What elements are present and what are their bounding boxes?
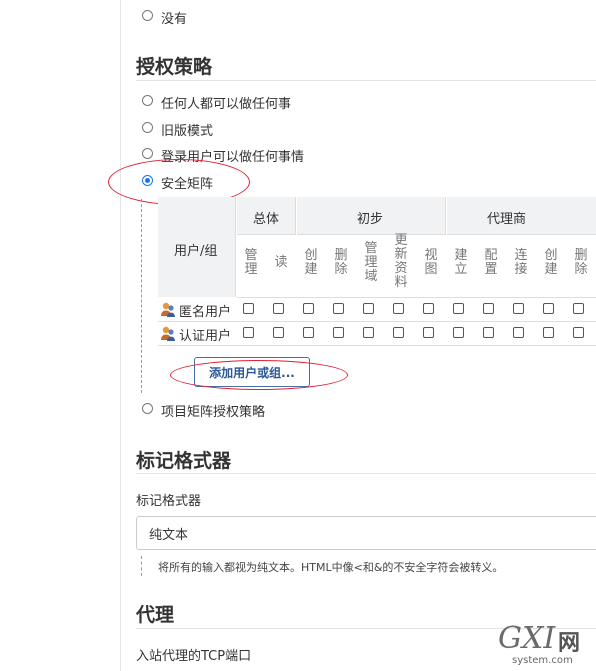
- checkbox-anon-update-profile[interactable]: [393, 303, 404, 314]
- markup-formatter-label: 标记格式器: [136, 494, 202, 509]
- checkbox-anon-agent-build[interactable]: [453, 303, 464, 314]
- row-user-label: 匿名用户: [179, 305, 232, 320]
- checkbox-anon-view[interactable]: [423, 303, 434, 314]
- checkbox-auth-create[interactable]: [303, 327, 314, 338]
- matrix-user-group-header: 用户/组: [158, 197, 236, 297]
- permission-header-row: 管理 读 创建 删除 管理域 更新资料 视图 建立 配置 连接 创建 删除: [237, 233, 596, 298]
- radio-anyone-label: 任何人都可以做任何事: [161, 97, 292, 112]
- matrix-indent-guide: [141, 199, 142, 393]
- watermark-logo: GXI 网 system.com: [496, 621, 592, 669]
- checkbox-auth-agent-configure[interactable]: [483, 327, 494, 338]
- radio-anyone[interactable]: [142, 95, 153, 106]
- perm-agent-connect: 连接: [514, 248, 528, 277]
- markup-formatter-value: 纯文本: [149, 527, 189, 543]
- radio-none-label: 没有: [161, 12, 188, 27]
- perm-initial-create: 创建: [304, 248, 318, 277]
- checkbox-anon-admin[interactable]: [243, 303, 254, 314]
- checkbox-auth-delete[interactable]: [333, 327, 344, 338]
- radio-logged-in[interactable]: [142, 148, 153, 159]
- group-initial-label: 初步: [357, 212, 384, 227]
- checkbox-anon-agent-connect[interactable]: [513, 303, 524, 314]
- radio-legacy-label: 旧版模式: [161, 124, 214, 139]
- perm-agent-build: 建立: [454, 248, 468, 277]
- perm-agent-create: 创建: [544, 248, 558, 277]
- perm-initial-update-profile: 更新资料: [394, 233, 408, 290]
- radio-project-matrix-label: 项目矩阵授权策略: [161, 405, 266, 420]
- radio-legacy[interactable]: [142, 122, 153, 133]
- checkbox-anon-create[interactable]: [303, 303, 314, 314]
- radio-project-matrix[interactable]: [142, 403, 153, 414]
- perm-initial-view: 视图: [424, 248, 438, 277]
- perm-initial-delete: 删除: [334, 248, 348, 277]
- radio-none[interactable]: [142, 10, 153, 21]
- checkbox-anon-agent-configure[interactable]: [483, 303, 494, 314]
- user-group-header-label: 用户/组: [174, 244, 218, 259]
- checkbox-anon-agent-delete[interactable]: [573, 303, 584, 314]
- checkbox-auth-view[interactable]: [423, 327, 434, 338]
- perm-overall-admin: 管理: [244, 248, 258, 277]
- perm-overall-read: 读: [274, 255, 288, 270]
- row-user-label: 认证用户: [179, 329, 232, 344]
- divider: [136, 80, 596, 81]
- perm-agent-delete: 删除: [574, 248, 588, 277]
- checkbox-auth-update-profile[interactable]: [393, 327, 404, 338]
- perm-initial-manage-domain: 管理域: [364, 241, 378, 284]
- checkbox-auth-admin[interactable]: [243, 327, 254, 338]
- group-header-agent: 代理商: [447, 197, 596, 235]
- checkbox-auth-agent-delete[interactable]: [573, 327, 584, 338]
- inbound-agent-tcp-port-label: 入站代理的TCP端口: [136, 649, 252, 664]
- group-header-initial: 初步: [297, 197, 446, 235]
- markup-formatter-heading: 标记格式器: [136, 450, 232, 472]
- checkbox-anon-read[interactable]: [273, 303, 284, 314]
- checkbox-anon-delete[interactable]: [333, 303, 344, 314]
- annotation-ellipse-add-button: [170, 360, 348, 390]
- proxy-heading: 代理: [136, 604, 175, 626]
- user-icon: [161, 302, 175, 317]
- authorization-heading: 授权策略: [136, 56, 213, 78]
- permission-matrix: 用户/组 总体 初步 代理商 管理 读 创建 删除 管理域 更新资料 视图 建立…: [158, 197, 596, 347]
- markup-formatter-select[interactable]: 纯文本: [136, 516, 596, 550]
- checkbox-auth-manage-domain[interactable]: [363, 327, 374, 338]
- help-indent-guide: [141, 556, 142, 576]
- divider: [136, 473, 596, 474]
- table-row: 匿名用户: [158, 298, 596, 322]
- content-left-border: [120, 0, 121, 671]
- checkbox-anon-manage-domain[interactable]: [363, 303, 374, 314]
- checkbox-auth-agent-create[interactable]: [543, 327, 554, 338]
- group-header-overall: 总体: [237, 197, 296, 235]
- checkbox-auth-agent-build[interactable]: [453, 327, 464, 338]
- watermark-logo-text: GXI: [498, 621, 556, 656]
- table-row: 认证用户: [158, 322, 596, 346]
- watermark-suffix: 网: [558, 631, 581, 656]
- checkbox-anon-agent-create[interactable]: [543, 303, 554, 314]
- watermark-domain: system.com: [512, 655, 573, 666]
- checkbox-auth-read[interactable]: [273, 327, 284, 338]
- group-overall-label: 总体: [253, 212, 280, 227]
- user-icon: [161, 326, 175, 341]
- checkbox-auth-agent-connect[interactable]: [513, 327, 524, 338]
- perm-agent-configure: 配置: [484, 248, 498, 277]
- group-agent-label: 代理商: [487, 212, 527, 227]
- markup-formatter-help: 将所有的输入都视为纯文本。HTML中像<和&的不安全字符会被转义。: [158, 561, 504, 574]
